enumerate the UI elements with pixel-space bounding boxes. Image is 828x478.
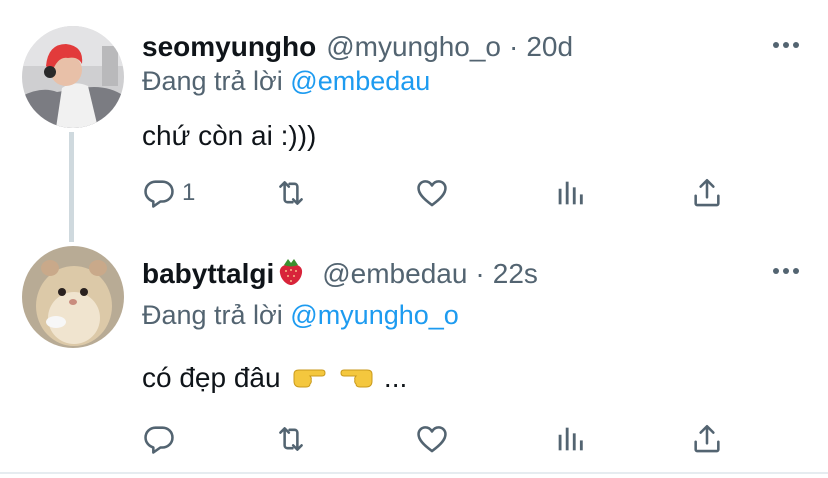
reply-button[interactable]: [142, 416, 182, 462]
thread-line: [69, 132, 74, 242]
reply-button[interactable]: 1: [142, 170, 195, 216]
action-bar: 1: [130, 170, 770, 216]
separator: ·: [475, 258, 485, 289]
share-button[interactable]: [690, 170, 724, 216]
backhand-index-pointing-left-icon: [340, 364, 374, 396]
avatar-photo-icon: [22, 26, 124, 128]
user-handle[interactable]: @embedau: [322, 258, 467, 290]
tweet-text: có đẹp đâu ...: [142, 362, 407, 396]
divider: [0, 472, 828, 474]
timestamp[interactable]: 22s: [493, 258, 538, 290]
analytics-button[interactable]: [553, 170, 587, 216]
avatar[interactable]: [22, 246, 124, 348]
share-button[interactable]: [690, 416, 724, 462]
heart-icon: [417, 180, 447, 207]
user-handle[interactable]: @myungho_o: [326, 31, 501, 63]
action-bar: [130, 416, 770, 462]
separator: ·: [509, 31, 519, 62]
tweet-text-ellipsis: ...: [383, 362, 408, 393]
mention-link[interactable]: @embedau: [290, 66, 430, 96]
like-button[interactable]: [415, 170, 449, 216]
like-button[interactable]: [415, 416, 449, 462]
replying-prefix: Đang trả lời: [142, 66, 283, 96]
tweet[interactable]: babyttalgi @embedau · 22s Đang trả lời @…: [0, 236, 828, 472]
retweet-icon: [279, 427, 303, 451]
tweet[interactable]: seomyungho @myungho_o · 20d Đang trả lời…: [0, 0, 828, 242]
heart-icon: [417, 426, 447, 453]
more-icon[interactable]: [772, 34, 800, 56]
replying-to: Đang trả lời @embedau: [142, 66, 430, 97]
avatar-hamster-icon: [22, 246, 124, 348]
timestamp[interactable]: 20d: [526, 31, 573, 63]
display-name[interactable]: babyttalgi: [142, 258, 274, 290]
tweet-header: babyttalgi @embedau · 22s: [142, 256, 538, 292]
avatar[interactable]: [22, 26, 124, 128]
backhand-index-pointing-right-icon: [292, 364, 326, 396]
share-icon: [694, 424, 720, 453]
tweet-text: chứ còn ai :))): [142, 120, 317, 151]
analytics-button[interactable]: [553, 416, 587, 462]
analytics-icon: [558, 181, 583, 205]
mention-link[interactable]: @myungho_o: [290, 300, 459, 330]
strawberry-icon: [278, 256, 304, 293]
share-icon: [694, 178, 720, 207]
replying-to: Đang trả lời @myungho_o: [142, 300, 459, 331]
reply-count: 1: [182, 179, 196, 206]
retweet-button[interactable]: [274, 170, 308, 216]
reply-icon: [144, 180, 174, 208]
reply-icon: [144, 426, 174, 454]
display-name[interactable]: seomyungho: [142, 31, 316, 63]
retweet-icon: [279, 181, 303, 205]
analytics-icon: [558, 427, 583, 451]
more-icon[interactable]: [772, 260, 800, 282]
retweet-button[interactable]: [274, 416, 308, 462]
tweet-text-main: có đẹp đâu: [142, 362, 281, 393]
tweet-header: seomyungho @myungho_o · 20d: [142, 29, 573, 65]
replying-prefix: Đang trả lời: [142, 300, 283, 330]
